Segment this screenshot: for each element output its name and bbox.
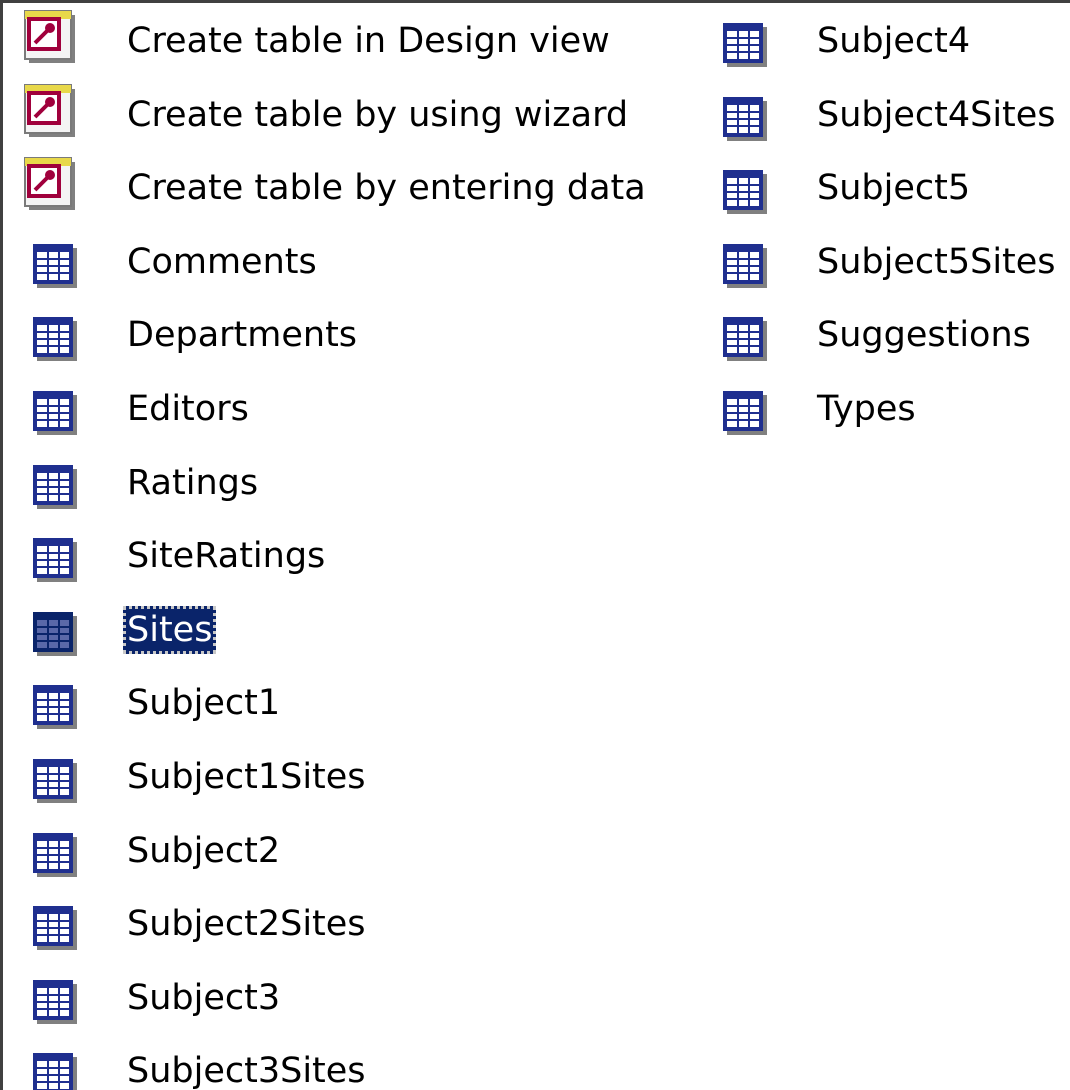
item-label: Subject2Sites [127, 904, 366, 945]
shortcut-icon [17, 81, 81, 145]
item-label: SiteRatings [127, 536, 326, 577]
table-item-subject5sites[interactable]: Subject5Sites [693, 224, 1070, 298]
table-icon [721, 315, 769, 363]
table-icon [721, 95, 769, 143]
item-label: Subject5 [817, 168, 971, 209]
table-item-subject5[interactable]: Subject5 [693, 150, 1070, 224]
table-icon [31, 683, 79, 731]
item-label: Create table by using wizard [127, 94, 629, 135]
table-icon [31, 389, 79, 437]
item-label: Subject1Sites [127, 757, 366, 797]
table-icon [721, 389, 769, 437]
table-icon [721, 21, 769, 69]
table-item-sites[interactable]: Sites [3, 592, 693, 666]
item-label: Comments [127, 241, 317, 282]
table-item-subject3sites[interactable]: Subject3Sites [3, 1033, 693, 1090]
table-item-subject1[interactable]: Subject1 [3, 665, 693, 739]
table-item-subject4[interactable]: Subject4 [693, 3, 1070, 77]
item-label: Subject4 [817, 21, 971, 61]
table-item-departments[interactable]: Departments [3, 297, 693, 371]
item-label: Types [817, 389, 916, 429]
table-icon [31, 463, 79, 511]
database-objects-list: Create table in Design view Create table … [0, 0, 1070, 1090]
table-item-subject2sites[interactable]: Subject2Sites [3, 886, 693, 960]
table-item-editors[interactable]: Editors [3, 371, 693, 445]
table-icon [31, 978, 79, 1026]
item-label: Subject2 [127, 830, 281, 871]
shortcut-icon [17, 7, 81, 71]
item-label: Subject3Sites [127, 1051, 366, 1090]
table-item-suggestions[interactable]: Suggestions [693, 297, 1070, 371]
item-label: Subject1 [127, 683, 281, 724]
table-icon [31, 831, 79, 879]
shortcut-item-create-table-in-design-view[interactable]: Create table in Design view [3, 3, 693, 77]
item-label: Subject5Sites [817, 241, 1056, 282]
item-label: Suggestions [817, 315, 1031, 356]
item-label: Ratings [127, 462, 259, 503]
table-item-comments[interactable]: Comments [3, 224, 693, 298]
shortcut-item-create-table-by-entering-data[interactable]: Create table by entering data [3, 150, 693, 224]
table-icon [31, 1051, 79, 1090]
item-label: Create table by entering data [127, 168, 646, 209]
item-label: Subject4Sites [817, 94, 1056, 135]
table-icon [721, 168, 769, 216]
table-icon [31, 757, 79, 805]
table-item-types[interactable]: Types [693, 371, 1070, 445]
table-icon [31, 315, 79, 363]
table-icon [31, 242, 79, 290]
table-item-subject4sites[interactable]: Subject4Sites [693, 77, 1070, 151]
table-item-siteratings[interactable]: SiteRatings [3, 518, 693, 592]
item-label: Create table in Design view [127, 21, 610, 61]
table-icon [721, 242, 769, 290]
shortcut-item-create-table-by-using-wizard[interactable]: Create table by using wizard [3, 77, 693, 151]
table-item-subject3[interactable]: Subject3 [3, 960, 693, 1034]
item-label: Subject3 [127, 977, 281, 1018]
table-icon [31, 610, 79, 658]
shortcut-icon [17, 154, 81, 218]
table-item-ratings[interactable]: Ratings [3, 445, 693, 519]
table-icon [31, 536, 79, 584]
table-icon [31, 904, 79, 952]
table-item-subject1sites[interactable]: Subject1Sites [3, 739, 693, 813]
item-label: Editors [127, 389, 249, 429]
table-item-subject2[interactable]: Subject2 [3, 813, 693, 887]
item-label: Departments [127, 315, 358, 356]
item-label: Sites [123, 605, 217, 654]
